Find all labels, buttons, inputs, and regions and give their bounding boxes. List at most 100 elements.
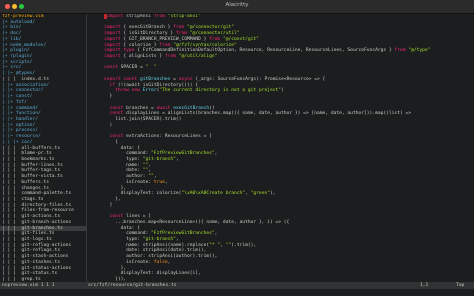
code-token: async [178,76,193,82]
code-token: }, [104,197,121,202]
code-token: "green" [250,191,270,197]
code-token: date: [104,168,143,174]
line-gutter [88,14,102,282]
code-token: { colorize } [120,42,160,48]
code-token: data: { [104,145,140,151]
code-token: from [173,25,185,31]
split-divider[interactable] [86,14,87,282]
code-token: , [175,156,179,162]
cursor-position: 1,1 [420,283,429,288]
code-token: "@/const/git" [220,36,259,42]
code-token: const [109,214,124,220]
code-token: extraActions: ResourceLines = [ [123,134,212,140]
code-token: { FzfCommandDefinitionDefaultOption, Res… [134,48,395,54]
code-token: ), [270,191,276,197]
code-token: "@/fzf/syntax/colorize" [170,42,237,48]
window-title: Alacritty [225,2,249,8]
code-token: data: { [104,225,140,231]
code-token: throw new [115,88,140,94]
code-token: await [156,105,171,111]
code-token: branches = [123,105,157,111]
code-token: (_args: SourceFuncArgs): Promise<Resourc… [192,76,326,82]
code-token: gitBranches [137,76,171,82]
code-token: date: stripAnsi(date).trim(), [104,248,207,254]
code-token: displayText: colorize( [104,191,182,197]
code-token: displayLines = alignLists(branches.map((… [123,111,412,117]
code-token: displayText: displayLines[i], [104,271,201,277]
code-token: () [209,105,215,111]
code-token: name: stripAnsi(name).replace( [104,242,210,248]
code-token: stripAnsi [123,14,154,19]
code-editor[interactable]: import stripAnsi from "strip-ansi" import… [104,14,472,282]
status-bar: ncpreview.vim 1 1 1 src/fzf/resource/git… [0,282,474,289]
code-token: }, [104,185,127,191]
code-token: "FzfPreviewGitBranches" [151,151,215,157]
code-token: "@/util/align" [175,54,218,60]
code-token: type: [104,156,143,162]
code-token: "* " [209,242,221,248]
code-token: Error [139,88,157,94]
code-token: } [104,94,113,100]
code-token: "@/connector/git" [184,25,235,31]
code-token: from [164,54,176,60]
title-bar: Alacritty [0,0,474,14]
code-token: lines = [ [123,214,152,220]
code-token: , [148,168,152,174]
code-token: , [214,231,218,237]
code-token: "@/type" [405,48,431,54]
command-line[interactable] [0,289,474,296]
code-token: from [209,36,221,42]
code-token: { isGitDirectory } [120,31,176,37]
code-token: true [153,179,165,185]
code-token: , [148,162,152,168]
code-token: command: [104,231,152,237]
code-token: import [104,25,121,31]
code-token: }, [104,265,127,271]
code-token: import [106,14,124,19]
code-token: type [120,48,135,54]
code-token: false [153,259,168,265]
code-token: (!(await isGitDirectory())) { [115,82,199,88]
code-token: const [104,65,118,71]
code-token: { alignLists } [120,54,165,60]
code-token: ...branches.map<ResourceLine>(({ name, d… [104,219,290,225]
code-token: type: [104,237,143,243]
file-path: src/fzf/resource/git-branches.ts [88,283,177,288]
code-token: list.join(SPACER).trim() [104,116,182,122]
code-token: ] [104,202,113,208]
code-token: "strip-ansi" [164,14,201,19]
code-token: import [104,31,121,37]
code-token: "git-branch" [142,237,176,243]
code-token: author: [104,174,149,180]
code-token: const [109,105,124,111]
code-token: "FzfPreviewGitBranches" [151,231,215,237]
code-token: export const [104,76,138,82]
code-token: "git-branch" [142,156,176,162]
file-tree[interactable]: fzf-preview.vim |+ autoload/|+ bin/|+ doc… [0,14,86,282]
code-token: , [153,174,157,180]
code-token: , [175,237,179,243]
code-token: ) [281,88,284,94]
code-token: , [214,151,218,157]
code-token: ).trim(), [231,242,257,248]
code-token: , [164,179,168,185]
code-token: = [170,76,179,82]
code-token: "The current directory is not a git proj… [159,88,282,94]
code-token: " " [145,65,157,71]
code-token: import [104,42,121,48]
code-token: from [153,14,165,19]
tree-status: ncpreview.vim 1 1 1 [2,283,55,288]
code-token: isCreate: [104,179,154,185]
code-token: name: [104,162,143,168]
code-token: "\xA0\xA0Create branch" [181,191,246,197]
code-token: { execGitBranch } [120,25,174,31]
code-token: { GIT_BRANCH_PREVIEW_COMMAND } [120,36,210,42]
code-token: author: stripAnsi(author).trim(), [104,254,218,260]
code-token: SPACER = [117,65,146,71]
scroll-position: Top [456,283,465,288]
code-token: import [104,54,121,60]
code-token: , [167,259,171,265]
code-token: command: [104,151,152,157]
code-token: from [159,42,171,48]
